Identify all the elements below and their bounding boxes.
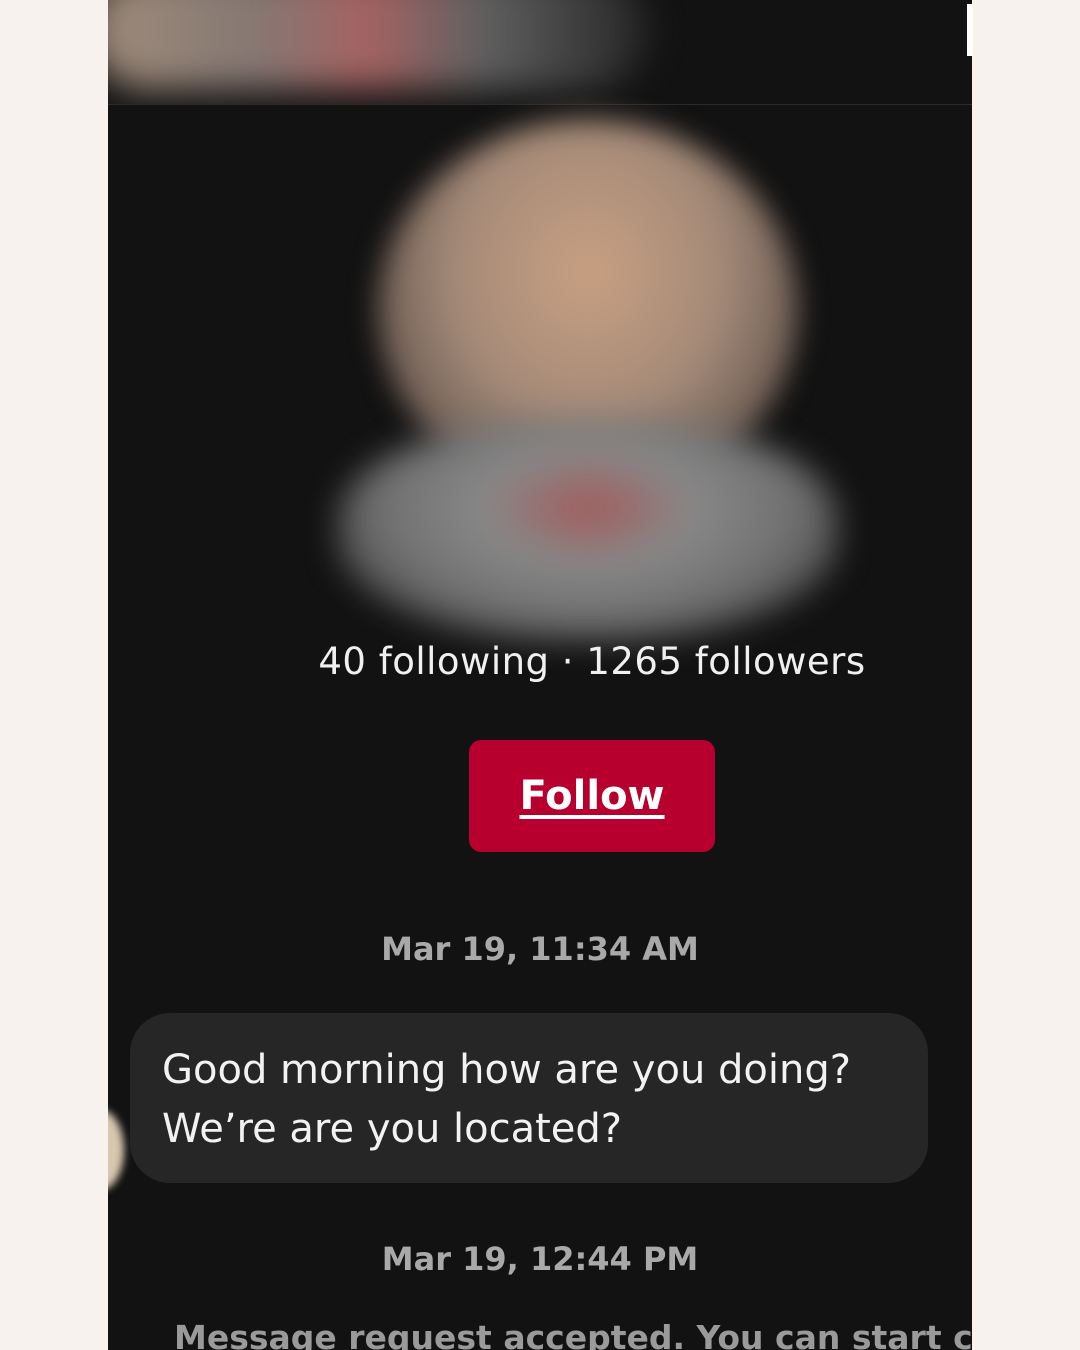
chat-screen: 40 following · 1265 followers Follow Mar… [108,0,972,1350]
system-note: Message request accepted. You can start … [174,1318,972,1350]
message-timestamp: Mar 19, 11:34 AM [381,930,699,968]
message-timestamp: Mar 19, 12:44 PM [381,1240,699,1278]
header-bar [108,0,972,105]
blurred-header-content [108,0,648,90]
profile-avatar[interactable] [338,110,838,650]
avatar-blur-body [338,420,838,640]
follow-stats: 40 following · 1265 followers [318,640,866,683]
follow-button[interactable]: Follow [469,740,715,852]
message-line: We’re are you located? [162,1106,623,1152]
edge-marker [967,4,973,56]
message-line: Good morning how are you doing? [162,1047,851,1093]
message-bubble[interactable]: Good morning how are you doing? We’re ar… [130,1013,928,1183]
sender-avatar[interactable] [108,1110,124,1190]
